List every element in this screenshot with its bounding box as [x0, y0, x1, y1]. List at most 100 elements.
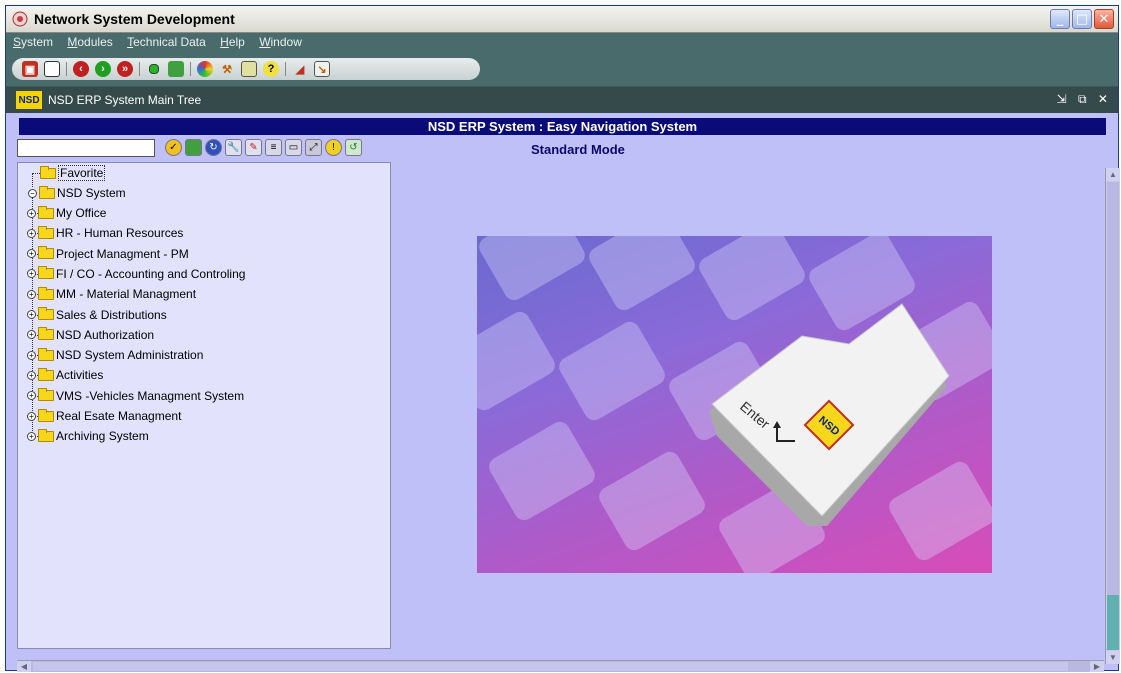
- menu-system[interactable]: System: [9, 33, 57, 51]
- wrench-icon[interactable]: 🔧: [225, 139, 242, 156]
- list-icon[interactable]: ≡: [265, 139, 282, 156]
- record-prev-icon[interactable]: ‹: [73, 61, 89, 77]
- app-window: Network System Development _ □ ✕ System …: [5, 5, 1120, 672]
- expand-icon[interactable]: +: [27, 350, 36, 360]
- tree-node-label: Favorite: [58, 165, 106, 181]
- expand-icon[interactable]: +: [27, 411, 36, 421]
- menu-window-label: indow: [270, 35, 302, 49]
- new-icon[interactable]: [44, 61, 60, 77]
- vertical-scrollbar[interactable]: ▲ ▼: [1105, 168, 1120, 664]
- folder-icon: [38, 388, 54, 402]
- tree-node[interactable]: + Real Esate Managment: [27, 408, 182, 424]
- calculator-icon[interactable]: [241, 61, 257, 77]
- menu-modules[interactable]: Modules: [63, 33, 116, 51]
- tree-node-label: NSD System: [57, 186, 126, 200]
- tree-node-label: Real Esate Managment: [56, 409, 182, 423]
- record-last-icon[interactable]: »: [117, 61, 133, 77]
- run-icon[interactable]: [146, 61, 162, 77]
- tree-node[interactable]: + VMS -Vehicles Managment System: [27, 388, 245, 404]
- folder-icon: [38, 327, 54, 341]
- help-icon[interactable]: ?: [263, 61, 279, 77]
- toolbar-separator: [66, 62, 67, 76]
- expand-icon[interactable]: +: [27, 269, 36, 279]
- scroll-down-icon[interactable]: ▼: [1106, 651, 1120, 664]
- toolbar-strip: ▣ ‹ › » ⚒ ? ◢ ↘: [12, 58, 480, 80]
- tree-node-nsd-system[interactable]: − NSD System: [28, 185, 126, 201]
- edit-icon[interactable]: ✎: [245, 139, 262, 156]
- expand-icon[interactable]: ⤢: [305, 139, 322, 156]
- subwindow-controls[interactable]: ⇲ ⧉ ✕: [1057, 92, 1112, 107]
- refresh-icon[interactable]: ↻: [205, 139, 222, 156]
- tree-node[interactable]: + Activities: [27, 367, 104, 383]
- main-content: NSD ERP System : Easy Navigation System …: [6, 113, 1120, 672]
- tree-node[interactable]: + Archiving System: [27, 428, 149, 444]
- exit-icon[interactable]: ↘: [314, 61, 330, 77]
- query-icon[interactable]: [168, 61, 184, 77]
- save-icon[interactable]: ▣: [22, 61, 38, 77]
- tools-icon[interactable]: ⚒: [219, 61, 235, 77]
- expand-icon[interactable]: +: [27, 391, 36, 401]
- expand-icon[interactable]: +: [27, 431, 36, 441]
- navigation-tree: Favorite − NSD System + My Office + HR - Hu…: [17, 162, 391, 649]
- tree-node-label: FI / CO - Accounting and Controling: [56, 266, 246, 281]
- subwindow-title-bar: NSD NSD ERP System Main Tree ⇲ ⧉ ✕: [6, 87, 1118, 113]
- tree-node[interactable]: + Project Managment - PM: [27, 246, 189, 262]
- menu-window[interactable]: Window: [255, 33, 306, 51]
- tree-node-label: VMS -Vehicles Managment System: [56, 388, 245, 403]
- tree-node-favorite[interactable]: Favorite: [40, 165, 106, 181]
- reload-icon[interactable]: ↺: [345, 139, 362, 156]
- tree-node[interactable]: + FI / CO - Accounting and Controling: [27, 266, 246, 282]
- menu-help[interactable]: Help: [216, 33, 249, 51]
- tree-node[interactable]: + My Office: [27, 205, 107, 221]
- minimize-button[interactable]: _: [1050, 9, 1070, 29]
- expand-icon[interactable]: +: [27, 289, 36, 299]
- tree-node-label: MM - Material Managment: [56, 287, 197, 302]
- check-icon[interactable]: ✓: [165, 139, 182, 156]
- tree-node[interactable]: + NSD Authorization: [27, 327, 155, 343]
- tree-connector: [32, 173, 40, 174]
- subwindow-title: NSD ERP System Main Tree: [48, 93, 202, 107]
- toolbar-separator: [139, 62, 140, 76]
- scroll-up-icon[interactable]: ▲: [1106, 168, 1120, 181]
- horizontal-scrollbar[interactable]: ◀ ▶: [17, 660, 1104, 672]
- scroll-right-icon[interactable]: ▶: [1090, 661, 1104, 672]
- search-input[interactable]: [17, 139, 155, 157]
- expand-icon[interactable]: +: [27, 208, 36, 218]
- window-icon[interactable]: ▭: [285, 139, 302, 156]
- toolbar-separator: [285, 62, 286, 76]
- tree-node-label: Project Managment - PM: [56, 246, 189, 261]
- window-controls: _ □ ✕: [1050, 9, 1114, 29]
- tree-node[interactable]: + Sales & Distributions: [27, 307, 167, 323]
- tree-node[interactable]: + MM - Material Managment: [27, 286, 197, 302]
- maximize-button[interactable]: □: [1072, 9, 1092, 29]
- folder-icon: [38, 246, 54, 260]
- expand-icon[interactable]: +: [27, 310, 36, 319]
- expand-icon[interactable]: +: [27, 370, 36, 380]
- warning-icon[interactable]: !: [325, 139, 342, 156]
- hero-image: Enter NSD: [477, 236, 992, 573]
- print-icon[interactable]: ◢: [292, 61, 308, 77]
- expand-icon[interactable]: +: [27, 249, 36, 259]
- scroll-thumb[interactable]: [1107, 182, 1119, 595]
- close-button[interactable]: ✕: [1094, 9, 1114, 29]
- expand-icon[interactable]: +: [27, 228, 36, 238]
- nsd-logo: NSD: [16, 91, 42, 109]
- tree-node[interactable]: + NSD System Administration: [27, 347, 204, 363]
- scroll-thumb[interactable]: [33, 662, 1068, 671]
- scroll-left-icon[interactable]: ◀: [17, 661, 31, 672]
- image-icon[interactable]: [185, 139, 202, 156]
- record-next-icon[interactable]: ›: [95, 61, 111, 77]
- folder-icon: [38, 266, 54, 280]
- tree-node-label: My Office: [56, 206, 107, 220]
- folder-icon: [38, 307, 54, 320]
- scroll-track-lower[interactable]: [1107, 595, 1119, 650]
- tree-node-label: NSD Authorization: [56, 327, 155, 342]
- tree-node-label: Activities: [56, 368, 104, 383]
- tree-node-label: NSD System Administration: [56, 348, 204, 363]
- menu-technical-data[interactable]: Technical Data: [123, 33, 210, 51]
- folder-open-icon: [40, 165, 56, 179]
- expand-icon[interactable]: +: [27, 330, 36, 340]
- toolbar-separator: [190, 62, 191, 76]
- tree-node[interactable]: + HR - Human Resources: [27, 225, 183, 241]
- colors-icon[interactable]: [197, 61, 213, 77]
